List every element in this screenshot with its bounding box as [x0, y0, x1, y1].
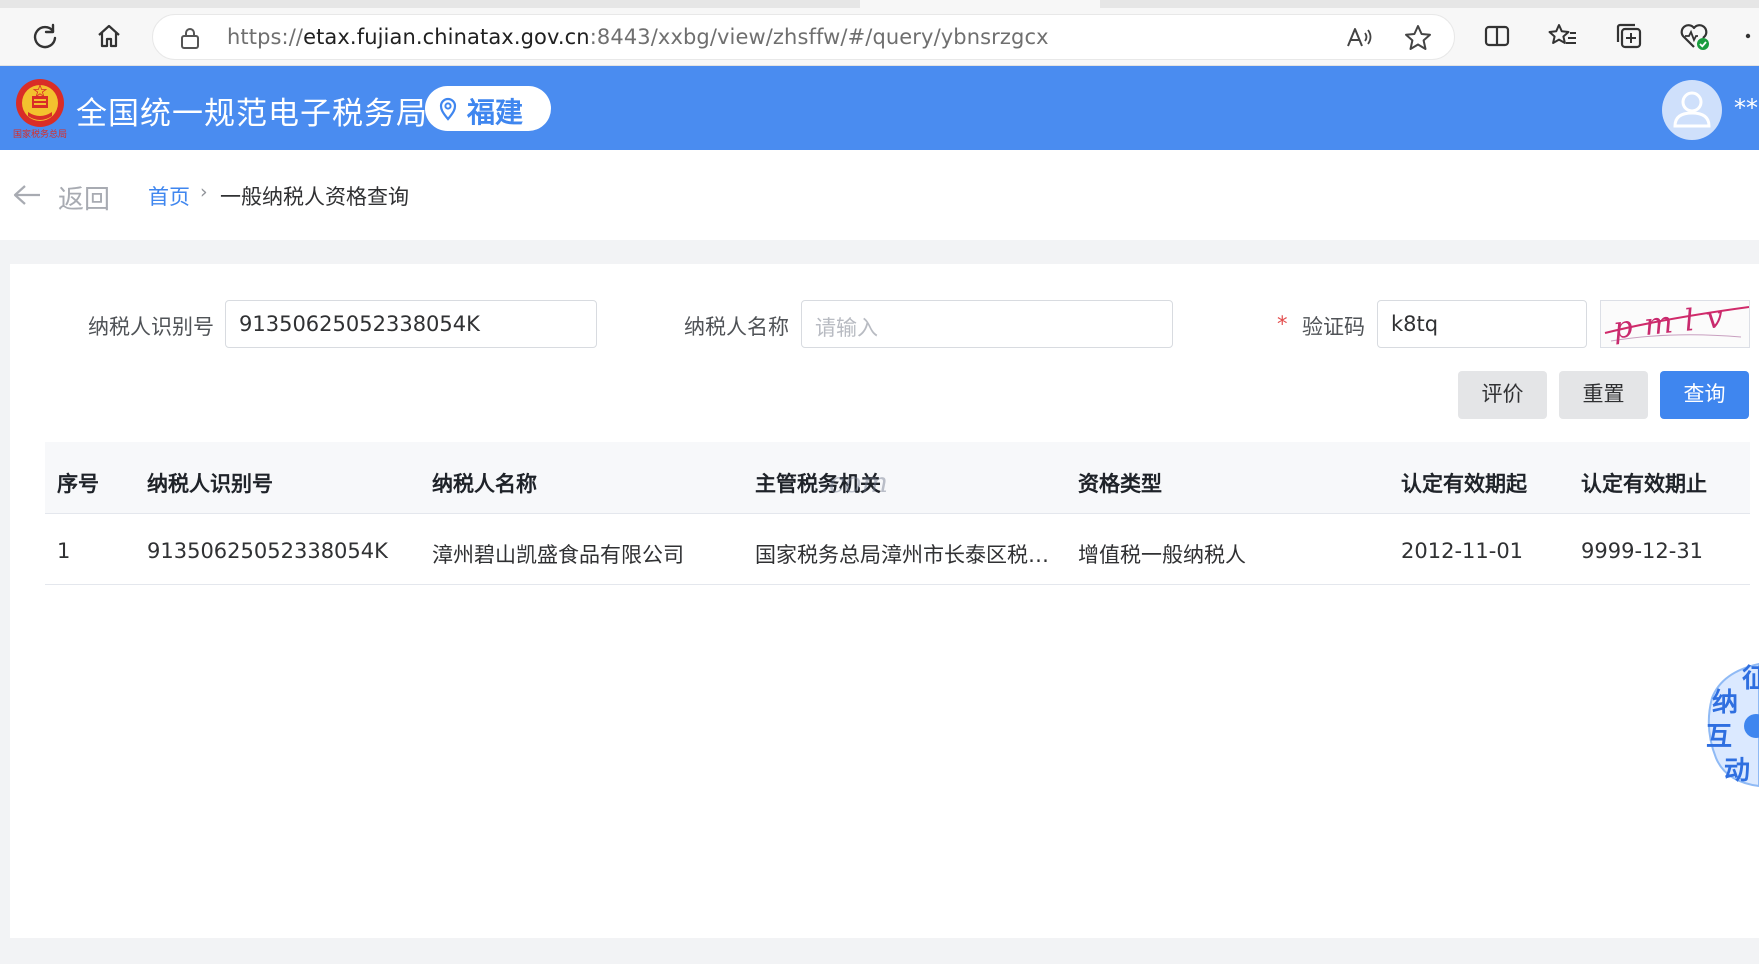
home-icon[interactable]	[91, 18, 127, 54]
url-text[interactable]: https://etax.fujian.chinatax.gov.cn:8443…	[227, 25, 1049, 49]
breadcrumb-current: 一般纳税人资格查询	[220, 185, 409, 209]
app-title: 全国统一规范电子税务局	[76, 96, 428, 132]
back-button[interactable]: 返回	[58, 179, 110, 216]
read-aloud-icon[interactable]	[1345, 24, 1375, 56]
address-bar[interactable]: https://etax.fujian.chinatax.gov.cn:8443…	[152, 14, 1455, 60]
emblem-caption: 国家税务总局	[12, 130, 67, 140]
breadcrumb-separator: ›	[200, 181, 208, 203]
taxpayer-name-label: 纳税人名称	[684, 315, 789, 339]
location-pin-icon	[439, 97, 457, 125]
required-mark: *	[1277, 312, 1288, 336]
query-button[interactable]: 查询	[1660, 371, 1749, 419]
captcha-label: 验证码	[1302, 315, 1365, 339]
taxpayer-name-placeholder: 请输入	[815, 316, 878, 340]
breadcrumb-home[interactable]: 首页	[148, 181, 190, 211]
captcha-value: k8tq	[1391, 312, 1439, 336]
url-path: :8443/xxbg/view/zhsffw/#/query/ybnsrzgcx	[589, 25, 1049, 49]
more-menu-icon[interactable]	[1737, 18, 1759, 54]
cell-valid-to: 9999-12-31	[1581, 539, 1704, 563]
cell-qualification-type: 增值税一般纳税人	[1078, 543, 1246, 567]
user-avatar[interactable]	[1662, 80, 1722, 140]
browser-tabstrip	[0, 0, 1759, 8]
favorite-star-icon[interactable]	[1403, 23, 1433, 57]
taxpayer-id-value: 91350625052338054K	[239, 312, 480, 336]
column-header-taxpayer-name: 纳税人名称	[432, 472, 537, 496]
lock-icon[interactable]	[179, 26, 201, 54]
query-card	[10, 264, 1759, 938]
split-screen-icon[interactable]	[1479, 18, 1515, 54]
captcha-image[interactable]: pmlv	[1600, 300, 1750, 348]
column-header-taxpayer-id: 纳税人识别号	[147, 472, 273, 496]
cell-taxpayer-name: 漳州碧山凯盛食品有限公司	[432, 543, 684, 567]
evaluate-button[interactable]: 评价	[1458, 371, 1547, 419]
column-header-index: 序号	[57, 472, 99, 496]
tax-emblem-icon: 国家税务总局	[12, 76, 67, 140]
user-icon	[1673, 91, 1711, 128]
cell-valid-from: 2012-11-01	[1401, 539, 1524, 563]
widget-char-4: 征	[1742, 664, 1759, 694]
collections-icon[interactable]	[1611, 18, 1647, 54]
taxpayer-id-label: 纳税人识别号	[88, 315, 214, 339]
captcha-input[interactable]: k8tq	[1377, 300, 1587, 348]
column-header-qualification-type: 资格类型	[1078, 472, 1162, 496]
taxpayer-id-input[interactable]: 91350625052338054K	[225, 300, 597, 348]
watermark-text: .com	[820, 466, 888, 499]
taxpayer-name-input[interactable]: 请输入	[801, 300, 1173, 348]
region-selector[interactable]: 福建	[425, 86, 551, 131]
widget-char-2: 互	[1706, 722, 1733, 752]
active-tab[interactable]	[860, 0, 1100, 8]
refresh-icon[interactable]	[27, 18, 63, 54]
cell-taxpayer-id: 91350625052338054K	[147, 539, 388, 563]
interaction-widget[interactable]: 纳 互 动 征	[1702, 658, 1759, 788]
column-header-valid-from: 认定有效期起	[1401, 472, 1527, 496]
url-scheme: https://	[227, 25, 304, 49]
browser-essentials-icon[interactable]	[1677, 18, 1713, 54]
user-name-masked[interactable]: **	[1734, 94, 1758, 122]
column-header-valid-to: 认定有效期止	[1581, 472, 1707, 496]
widget-char-1: 纳	[1712, 688, 1739, 718]
widget-char-3: 动	[1724, 756, 1751, 786]
cell-tax-authority: 国家税务总局漳州市长泰区税务局	[755, 543, 1051, 567]
back-arrow-icon[interactable]	[12, 181, 42, 209]
region-label: 福建	[467, 96, 524, 129]
favorites-list-icon[interactable]	[1545, 18, 1581, 54]
cell-index: 1	[57, 539, 71, 563]
reset-button[interactable]: 重置	[1559, 371, 1648, 419]
url-host: etax.fujian.chinatax.gov.cn	[303, 25, 590, 49]
